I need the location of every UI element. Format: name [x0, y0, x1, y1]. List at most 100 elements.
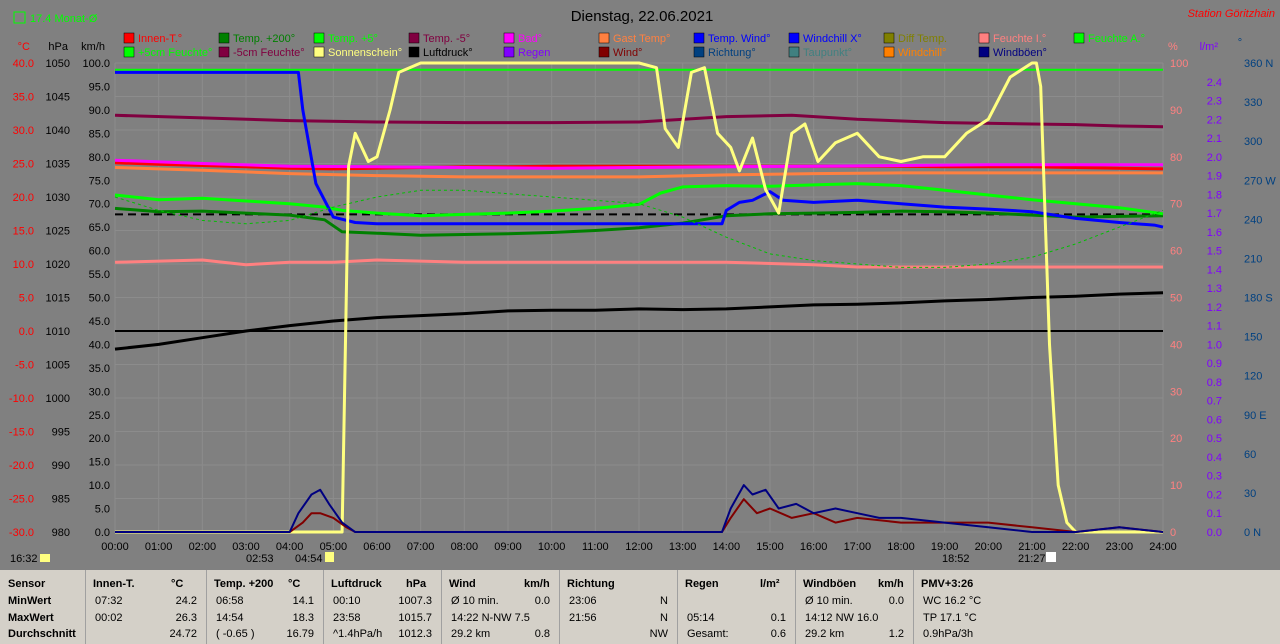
temp-tick-label: 25.0	[13, 159, 34, 171]
legend-label[interactable]: Feuchte I.°	[993, 33, 1046, 45]
row-label: Durchschnitt	[8, 628, 76, 640]
legend-label[interactable]: Wind°	[613, 47, 642, 59]
legend-label[interactable]: Luftdruck°	[423, 47, 473, 59]
legend-label[interactable]: -5cm Feuchte°	[233, 47, 305, 59]
cell-time: TP 17.1 °C	[923, 612, 977, 624]
legend-swatch[interactable]	[883, 32, 895, 44]
pressure-tick-label: 1020	[46, 259, 70, 271]
temp-unit: °C	[18, 41, 30, 53]
legend-swatch[interactable]	[123, 32, 135, 44]
humidity-tick-label: 40	[1170, 339, 1182, 351]
legend-swatch[interactable]	[408, 32, 420, 44]
legend-swatch[interactable]	[598, 32, 610, 44]
cell-value: 1015.7	[398, 612, 432, 624]
speed-tick-label: 75.0	[89, 175, 110, 187]
pressure-tick-label: 1045	[46, 92, 70, 104]
x-tick-label: 04:00	[276, 541, 304, 553]
cell-value: 14.1	[292, 595, 314, 607]
rain-tick-label: 2.1	[1207, 133, 1222, 145]
marker-sunset: 18:52	[942, 553, 970, 565]
legend-label[interactable]: Windböen°	[993, 47, 1047, 59]
legend-swatch[interactable]	[978, 46, 990, 58]
legend-swatch[interactable]	[693, 46, 705, 58]
column-header: PMV+3:26	[921, 578, 974, 590]
speed-tick-label: 95.0	[89, 81, 110, 93]
legend-label[interactable]: Sonnenschein°	[328, 47, 402, 59]
direction-tick-label: 360 N	[1244, 58, 1273, 70]
x-tick-label: 10:00	[538, 541, 566, 553]
humidity-tick-label: 70	[1170, 199, 1182, 211]
chart-background	[0, 0, 1280, 570]
legend-label[interactable]: Innen-T.°	[138, 33, 182, 45]
legend-swatch[interactable]	[313, 46, 325, 58]
temp-tick-label: 5.0	[19, 293, 34, 305]
legend-swatch[interactable]	[408, 46, 420, 58]
legend-label[interactable]: Bad°	[518, 33, 542, 45]
legend-swatch[interactable]	[123, 46, 135, 58]
rain-tick-label: 1.0	[1207, 339, 1222, 351]
speed-tick-label: 70.0	[89, 199, 110, 211]
rain-tick-label: 0.1	[1207, 508, 1222, 520]
legend-label[interactable]: Taupunkt°	[803, 47, 852, 59]
chart-title: Dienstag, 22.06.2021	[571, 8, 714, 25]
legend-label[interactable]: Regen	[518, 47, 550, 59]
x-tick-label: 08:00	[451, 541, 479, 553]
legend-label[interactable]: Windchill X°	[803, 33, 862, 45]
legend-swatch[interactable]	[978, 32, 990, 44]
rain-tick-label: 1.6	[1207, 227, 1222, 239]
rain-tick-label: 0.0	[1207, 527, 1222, 539]
column-unit: km/h	[524, 578, 550, 590]
temp-tick-label: -15.0	[9, 427, 34, 439]
cell-time: 14:12 NW 16.0	[805, 612, 879, 624]
legend-label[interactable]: Temp. Wind°	[708, 33, 770, 45]
legend-swatch[interactable]	[503, 32, 515, 44]
cell-time: 21:56	[569, 612, 597, 624]
cell-value: 24.72	[169, 628, 197, 640]
x-tick-label: 09:00	[494, 541, 522, 553]
cell-value: 0.6	[770, 628, 786, 640]
rain-tick-label: 0.8	[1207, 377, 1222, 389]
rain-tick-label: 1.3	[1207, 283, 1222, 295]
legend-swatch[interactable]	[218, 32, 230, 44]
pressure-tick-label: 1050	[46, 58, 70, 70]
speed-tick-label: 55.0	[89, 269, 110, 281]
speed-tick-label: 80.0	[89, 152, 110, 164]
pressure-tick-label: 1000	[46, 393, 70, 405]
legend-swatch[interactable]	[1073, 32, 1085, 44]
speed-tick-label: 85.0	[89, 128, 110, 140]
legend-swatch[interactable]	[598, 46, 610, 58]
cell-time: 23:58	[333, 612, 361, 624]
legend-swatch[interactable]	[503, 46, 515, 58]
speed-tick-label: 65.0	[89, 222, 110, 234]
legend-label[interactable]: Feuchte A.°	[1088, 33, 1145, 45]
temp-tick-label: -10.0	[9, 393, 34, 405]
speed-tick-label: 20.0	[89, 433, 110, 445]
legend-swatch[interactable]	[693, 32, 705, 44]
legend-label[interactable]: Diff Temp.	[898, 33, 947, 45]
legend-swatch[interactable]	[788, 32, 800, 44]
legend-label[interactable]: Temp. -5°	[423, 33, 470, 45]
legend-swatch[interactable]	[883, 46, 895, 58]
legend-swatch[interactable]	[218, 46, 230, 58]
cell-value: 0.1	[770, 612, 786, 624]
legend-label[interactable]: Temp. +5°	[328, 33, 378, 45]
month-avg-label: 17.4 Monat-Ø	[30, 13, 98, 25]
legend-swatch[interactable]	[313, 32, 325, 44]
column-unit: °C	[171, 578, 184, 590]
pressure-tick-label: 995	[52, 427, 70, 439]
legend-label[interactable]: Temp. +200°	[233, 33, 295, 45]
legend-label[interactable]: +5cm Feuchte°	[138, 47, 212, 59]
speed-tick-label: 45.0	[89, 316, 110, 328]
humidity-tick-label: 20	[1170, 433, 1182, 445]
legend-label[interactable]: Richtung°	[708, 47, 756, 59]
legend-swatch[interactable]	[788, 46, 800, 58]
humidity-tick-label: 10	[1170, 480, 1182, 492]
row-label: MinWert	[8, 595, 52, 607]
cell-time: 14:22 N-NW 7.5	[451, 612, 530, 624]
direction-tick-label: 150	[1244, 332, 1262, 344]
rain-tick-label: 1.8	[1207, 189, 1222, 201]
legend-label[interactable]: Windchill°	[898, 47, 946, 59]
speed-tick-label: 90.0	[89, 105, 110, 117]
cell-value: N	[660, 595, 668, 607]
legend-label[interactable]: Gast Temp°	[613, 33, 670, 45]
